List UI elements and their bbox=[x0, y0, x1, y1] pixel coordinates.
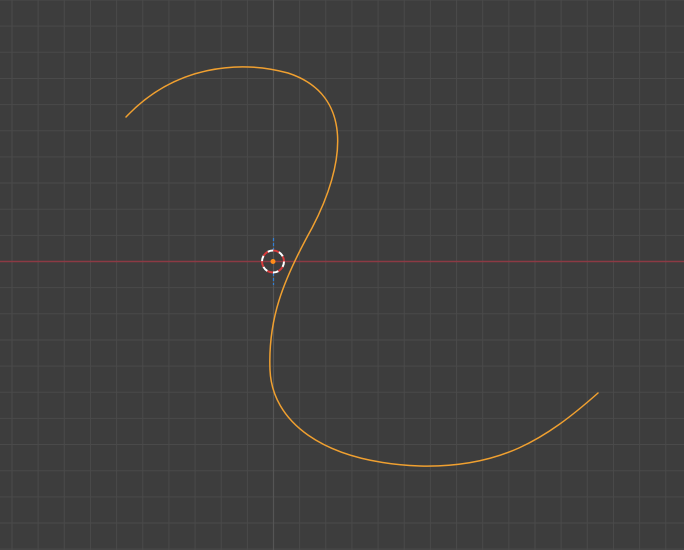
object-origin-dot bbox=[270, 259, 276, 264]
viewport-background bbox=[0, 0, 684, 550]
viewport-canvas[interactable] bbox=[0, 0, 684, 550]
3d-viewport[interactable] bbox=[0, 0, 684, 550]
